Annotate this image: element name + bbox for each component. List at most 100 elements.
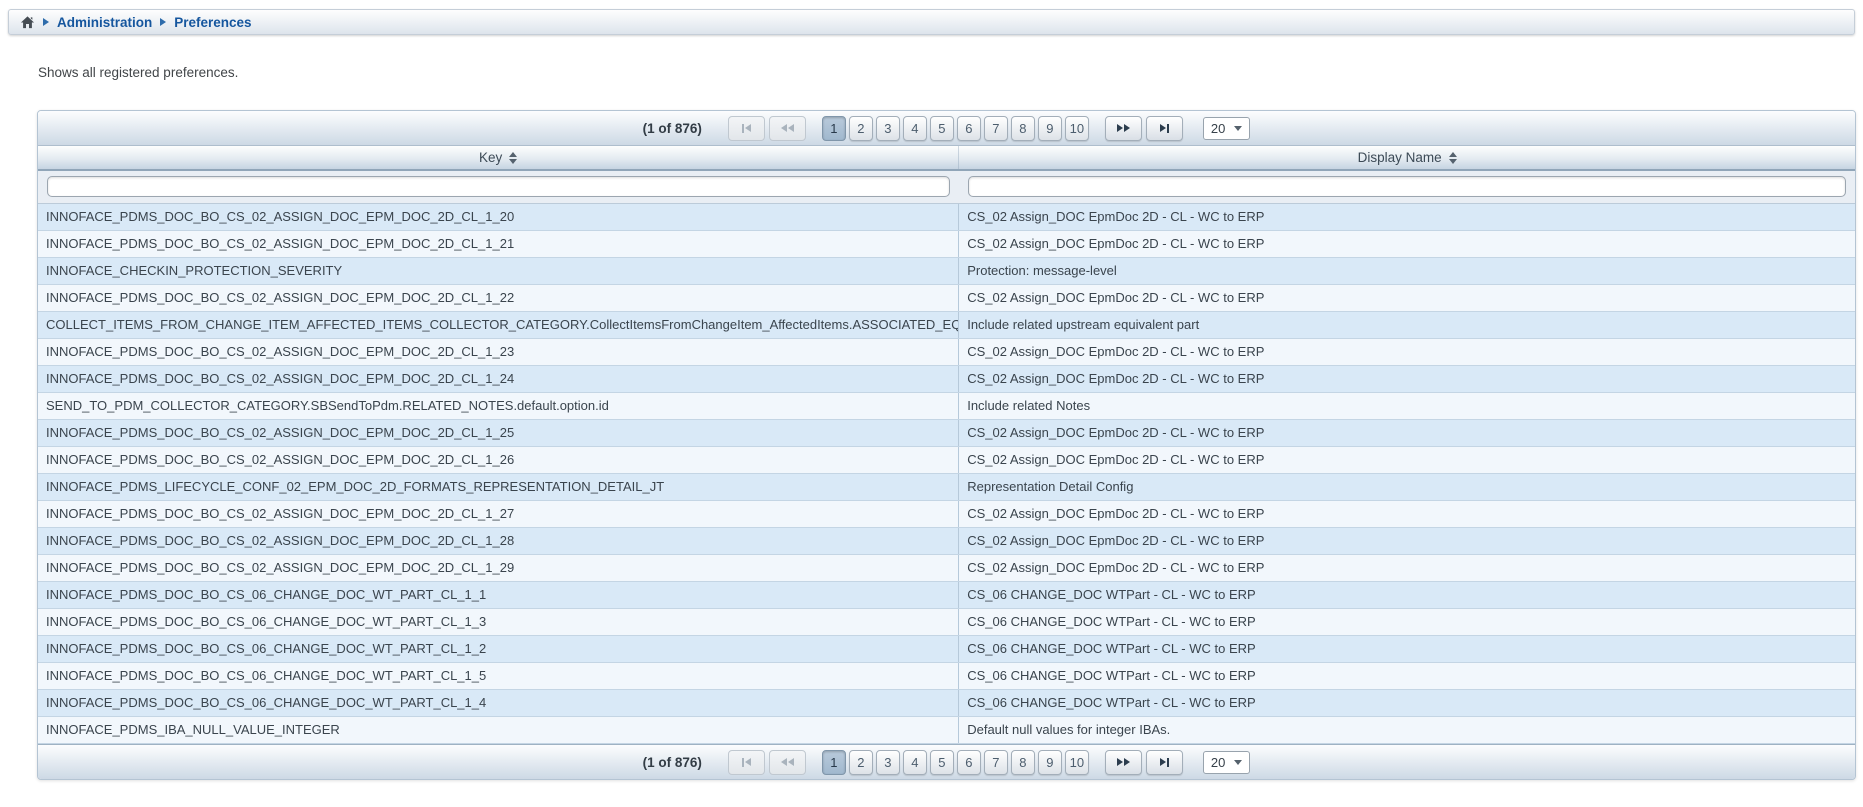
seek-next-icon	[1117, 124, 1130, 132]
key-filter-input[interactable]	[47, 176, 950, 197]
page-button-7[interactable]: 7	[984, 116, 1008, 141]
key-cell: INNOFACE_PDMS_DOC_BO_CS_02_ASSIGN_DOC_EP…	[38, 528, 959, 554]
key-cell: SEND_TO_PDM_COLLECTOR_CATEGORY.SBSendToP…	[38, 393, 959, 419]
column-header-key-label: Key	[479, 150, 502, 165]
seek-end-icon	[1160, 124, 1169, 133]
key-cell: COLLECT_ITEMS_FROM_CHANGE_ITEM_AFFECTED_…	[38, 312, 959, 338]
table-row[interactable]: INNOFACE_PDMS_LIFECYCLE_CONF_02_EPM_DOC_…	[38, 474, 1855, 501]
page-button-5[interactable]: 5	[930, 750, 954, 775]
display-name-filter-input[interactable]	[968, 176, 1846, 197]
first-page-button[interactable]	[728, 116, 765, 141]
table-header: Key Display Name	[38, 146, 1855, 171]
table-row[interactable]: INNOFACE_PDMS_DOC_BO_CS_02_ASSIGN_DOC_EP…	[38, 204, 1855, 231]
breadcrumb-link-preferences[interactable]: Preferences	[174, 15, 251, 30]
table-row[interactable]: INNOFACE_PDMS_DOC_BO_CS_02_ASSIGN_DOC_EP…	[38, 366, 1855, 393]
first-page-button[interactable]	[728, 750, 765, 775]
display-name-cell: CS_02 Assign_DOC EpmDoc 2D - CL - WC to …	[959, 285, 1855, 311]
home-icon[interactable]	[20, 15, 35, 30]
page-button-10[interactable]: 10	[1065, 116, 1089, 141]
page-buttons: 12345678910	[822, 116, 1089, 141]
page-button-3[interactable]: 3	[876, 750, 900, 775]
seek-prev-icon	[781, 124, 794, 132]
key-cell: INNOFACE_PDMS_DOC_BO_CS_02_ASSIGN_DOC_EP…	[38, 555, 959, 581]
table-row[interactable]: INNOFACE_PDMS_DOC_BO_CS_02_ASSIGN_DOC_EP…	[38, 339, 1855, 366]
table-row[interactable]: INNOFACE_CHECKIN_PROTECTION_SEVERITYProt…	[38, 258, 1855, 285]
key-cell: INNOFACE_PDMS_DOC_BO_CS_02_ASSIGN_DOC_EP…	[38, 447, 959, 473]
seek-first-icon	[742, 758, 751, 767]
rows-per-page-value: 20	[1211, 755, 1225, 770]
table-row[interactable]: INNOFACE_PDMS_DOC_BO_CS_06_CHANGE_DOC_WT…	[38, 582, 1855, 609]
page-button-2[interactable]: 2	[849, 116, 873, 141]
key-cell: INNOFACE_PDMS_DOC_BO_CS_06_CHANGE_DOC_WT…	[38, 663, 959, 689]
page-button-9[interactable]: 9	[1038, 750, 1062, 775]
key-cell: INNOFACE_PDMS_DOC_BO_CS_06_CHANGE_DOC_WT…	[38, 690, 959, 716]
rows-per-page-select[interactable]: 20	[1203, 751, 1250, 774]
table-row[interactable]: INNOFACE_PDMS_DOC_BO_CS_06_CHANGE_DOC_WT…	[38, 663, 1855, 690]
table-row[interactable]: INNOFACE_PDMS_DOC_BO_CS_02_ASSIGN_DOC_EP…	[38, 231, 1855, 258]
table-row[interactable]: INNOFACE_PDMS_DOC_BO_CS_02_ASSIGN_DOC_EP…	[38, 420, 1855, 447]
table-row[interactable]: SEND_TO_PDM_COLLECTOR_CATEGORY.SBSendToP…	[38, 393, 1855, 420]
key-cell: INNOFACE_PDMS_DOC_BO_CS_02_ASSIGN_DOC_EP…	[38, 204, 959, 230]
table-row[interactable]: INNOFACE_PDMS_DOC_BO_CS_02_ASSIGN_DOC_EP…	[38, 555, 1855, 582]
next-page-button[interactable]	[1105, 116, 1142, 141]
page-button-6[interactable]: 6	[957, 116, 981, 141]
key-cell: INNOFACE_PDMS_LIFECYCLE_CONF_02_EPM_DOC_…	[38, 474, 959, 500]
seek-first-icon	[742, 124, 751, 133]
display-name-cell: CS_02 Assign_DOC EpmDoc 2D - CL - WC to …	[959, 501, 1855, 527]
next-page-button[interactable]	[1105, 750, 1142, 775]
page-button-2[interactable]: 2	[849, 750, 873, 775]
key-cell: INNOFACE_PDMS_DOC_BO_CS_02_ASSIGN_DOC_EP…	[38, 501, 959, 527]
display-name-cell: Representation Detail Config	[959, 474, 1855, 500]
breadcrumb-link-administration[interactable]: Administration	[57, 15, 152, 30]
page-button-10[interactable]: 10	[1065, 750, 1089, 775]
display-name-cell: CS_02 Assign_DOC EpmDoc 2D - CL - WC to …	[959, 366, 1855, 392]
sort-icon[interactable]	[1449, 152, 1457, 164]
sort-icon[interactable]	[509, 152, 517, 164]
page-button-1[interactable]: 1	[822, 116, 846, 141]
table-row[interactable]: INNOFACE_PDMS_DOC_BO_CS_02_ASSIGN_DOC_EP…	[38, 285, 1855, 312]
page-button-7[interactable]: 7	[984, 750, 1008, 775]
key-cell: INNOFACE_PDMS_DOC_BO_CS_02_ASSIGN_DOC_EP…	[38, 420, 959, 446]
page-button-8[interactable]: 8	[1011, 116, 1035, 141]
table-body: INNOFACE_PDMS_DOC_BO_CS_02_ASSIGN_DOC_EP…	[38, 204, 1855, 744]
page-button-3[interactable]: 3	[876, 116, 900, 141]
paginator-top: (1 of 876) 12345678910 20	[38, 111, 1855, 146]
page-button-4[interactable]: 4	[903, 750, 927, 775]
display-name-cell: CS_02 Assign_DOC EpmDoc 2D - CL - WC to …	[959, 204, 1855, 230]
key-cell: INNOFACE_PDMS_DOC_BO_CS_02_ASSIGN_DOC_EP…	[38, 285, 959, 311]
paginator-bottom: (1 of 876) 12345678910 20	[38, 744, 1855, 779]
page-button-5[interactable]: 5	[930, 116, 954, 141]
table-row[interactable]: INNOFACE_PDMS_DOC_BO_CS_06_CHANGE_DOC_WT…	[38, 690, 1855, 717]
key-cell: INNOFACE_CHECKIN_PROTECTION_SEVERITY	[38, 258, 959, 284]
seek-prev-icon	[781, 758, 794, 766]
key-cell: INNOFACE_PDMS_DOC_BO_CS_06_CHANGE_DOC_WT…	[38, 582, 959, 608]
column-header-display-name[interactable]: Display Name	[959, 146, 1855, 169]
key-cell: INNOFACE_PDMS_DOC_BO_CS_06_CHANGE_DOC_WT…	[38, 609, 959, 635]
last-page-button[interactable]	[1146, 116, 1183, 141]
table-row[interactable]: INNOFACE_PDMS_DOC_BO_CS_02_ASSIGN_DOC_EP…	[38, 528, 1855, 555]
previous-page-button[interactable]	[769, 116, 806, 141]
chevron-down-icon	[1234, 126, 1242, 131]
table-row[interactable]: INNOFACE_PDMS_DOC_BO_CS_02_ASSIGN_DOC_EP…	[38, 447, 1855, 474]
previous-page-button[interactable]	[769, 750, 806, 775]
table-row[interactable]: COLLECT_ITEMS_FROM_CHANGE_ITEM_AFFECTED_…	[38, 312, 1855, 339]
page-button-1[interactable]: 1	[822, 750, 846, 775]
table-row[interactable]: INNOFACE_PDMS_DOC_BO_CS_02_ASSIGN_DOC_EP…	[38, 501, 1855, 528]
column-header-key[interactable]: Key	[38, 146, 959, 169]
table-row[interactable]: INNOFACE_PDMS_DOC_BO_CS_06_CHANGE_DOC_WT…	[38, 609, 1855, 636]
page-button-6[interactable]: 6	[957, 750, 981, 775]
page-button-4[interactable]: 4	[903, 116, 927, 141]
page-button-8[interactable]: 8	[1011, 750, 1035, 775]
page-button-9[interactable]: 9	[1038, 116, 1062, 141]
key-cell: INNOFACE_PDMS_DOC_BO_CS_06_CHANGE_DOC_WT…	[38, 636, 959, 662]
rows-per-page-value: 20	[1211, 121, 1225, 136]
table-row[interactable]: INNOFACE_PDMS_DOC_BO_CS_06_CHANGE_DOC_WT…	[38, 636, 1855, 663]
display-name-cell: CS_06 CHANGE_DOC WTPart - CL - WC to ERP	[959, 582, 1855, 608]
breadcrumb-separator-icon	[43, 18, 49, 26]
page-buttons: 12345678910	[822, 750, 1089, 775]
rows-per-page-select[interactable]: 20	[1203, 117, 1250, 140]
preferences-table-panel: (1 of 876) 12345678910 20	[37, 110, 1856, 780]
display-name-cell: CS_06 CHANGE_DOC WTPart - CL - WC to ERP	[959, 636, 1855, 662]
table-row[interactable]: INNOFACE_PDMS_IBA_NULL_VALUE_INTEGERDefa…	[38, 717, 1855, 744]
last-page-button[interactable]	[1146, 750, 1183, 775]
